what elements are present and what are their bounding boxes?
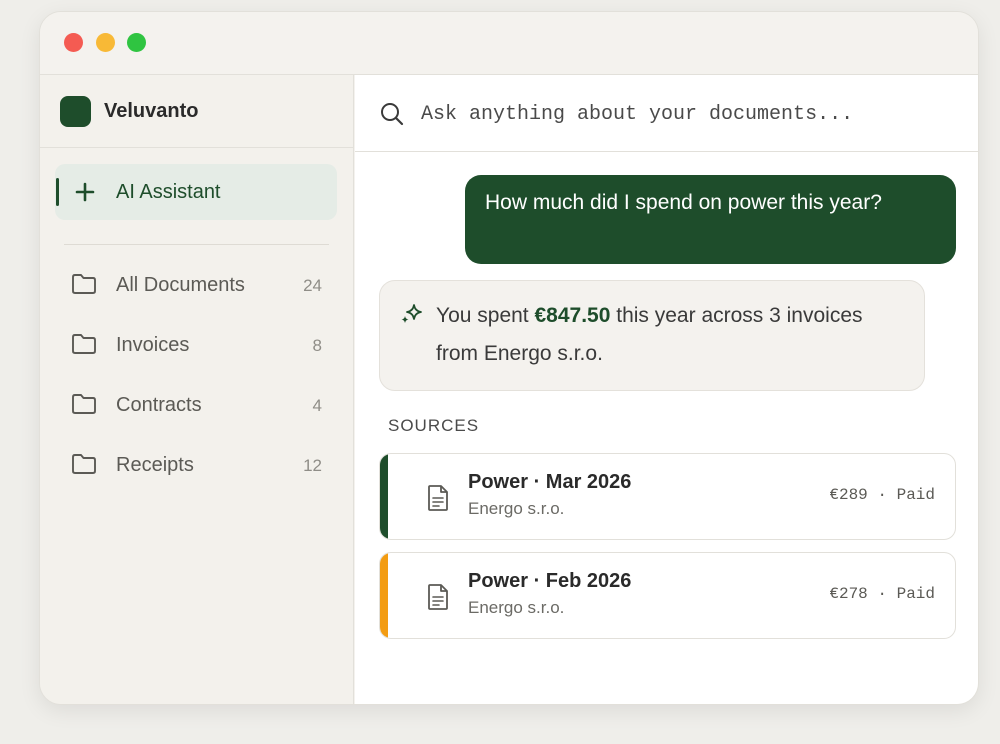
sidebar-item-all-documents[interactable]: All Documents 24	[55, 261, 337, 311]
app-window: Veluvanto AI Assistant All Documents 24 …	[39, 11, 979, 705]
sidebar-item-label: Receipts	[116, 454, 194, 476]
sidebar: Veluvanto AI Assistant All Documents 24 …	[40, 75, 354, 704]
minimize-window-button[interactable]	[96, 33, 115, 52]
source-amount-status: €289 · Paid	[829, 486, 935, 504]
spent-amount: €847.50	[534, 304, 611, 327]
item-count: 8	[312, 336, 322, 355]
plus-icon	[75, 182, 95, 202]
source-amount-status: €278 · Paid	[829, 585, 935, 603]
sidebar-item-label: AI Assistant	[116, 181, 221, 203]
ai-response-text: You spent €847.50 this year across 3 inv…	[436, 297, 896, 373]
sidebar-item-ai-assistant[interactable]: AI Assistant	[55, 164, 337, 220]
sidebar-item-label: Invoices	[116, 334, 190, 356]
folder-icon	[72, 274, 96, 294]
user-message: How much did I spend on power this year?	[465, 175, 956, 264]
ai-response-prefix: You spent	[436, 304, 535, 327]
item-count: 4	[312, 396, 322, 415]
sources-heading: SOURCES	[388, 416, 480, 435]
document-icon	[428, 584, 448, 610]
source-vendor: Energo s.r.o.	[468, 598, 565, 617]
active-indicator	[56, 178, 59, 206]
maximize-window-button[interactable]	[127, 33, 146, 52]
folder-icon	[72, 394, 96, 414]
sidebar-divider	[64, 244, 329, 245]
document-icon	[428, 485, 448, 511]
title-bar	[40, 12, 978, 75]
brand-name: Veluvanto	[104, 99, 199, 122]
source-accent-bar	[380, 454, 388, 539]
folder-icon	[72, 454, 96, 474]
source-accent-bar	[380, 553, 388, 638]
ai-response: You spent €847.50 this year across 3 inv…	[379, 280, 925, 391]
search-bar	[355, 75, 978, 152]
sidebar-item-contracts[interactable]: Contracts 4	[55, 381, 337, 431]
source-card[interactable]: Power · Mar 2026 Energo s.r.o. €289 · Pa…	[379, 453, 956, 540]
main-panel: How much did I spend on power this year?…	[355, 75, 978, 704]
source-title: Power · Feb 2026	[468, 570, 632, 592]
sidebar-item-label: Contracts	[116, 394, 202, 416]
item-count: 12	[303, 456, 322, 475]
sparkle-icon	[401, 304, 422, 323]
close-window-button[interactable]	[64, 33, 83, 52]
sidebar-item-receipts[interactable]: Receipts 12	[55, 441, 337, 491]
search-icon	[381, 103, 404, 126]
sidebar-item-label: All Documents	[116, 274, 245, 296]
search-input[interactable]	[421, 97, 961, 131]
sidebar-item-invoices[interactable]: Invoices 8	[55, 321, 337, 371]
source-card[interactable]: Power · Feb 2026 Energo s.r.o. €278 · Pa…	[379, 552, 956, 639]
source-vendor: Energo s.r.o.	[468, 499, 565, 518]
brand-logo-icon	[60, 95, 91, 127]
brand: Veluvanto	[40, 75, 353, 148]
folder-icon	[72, 334, 96, 354]
item-count: 24	[303, 276, 322, 295]
source-title: Power · Mar 2026	[468, 471, 632, 493]
